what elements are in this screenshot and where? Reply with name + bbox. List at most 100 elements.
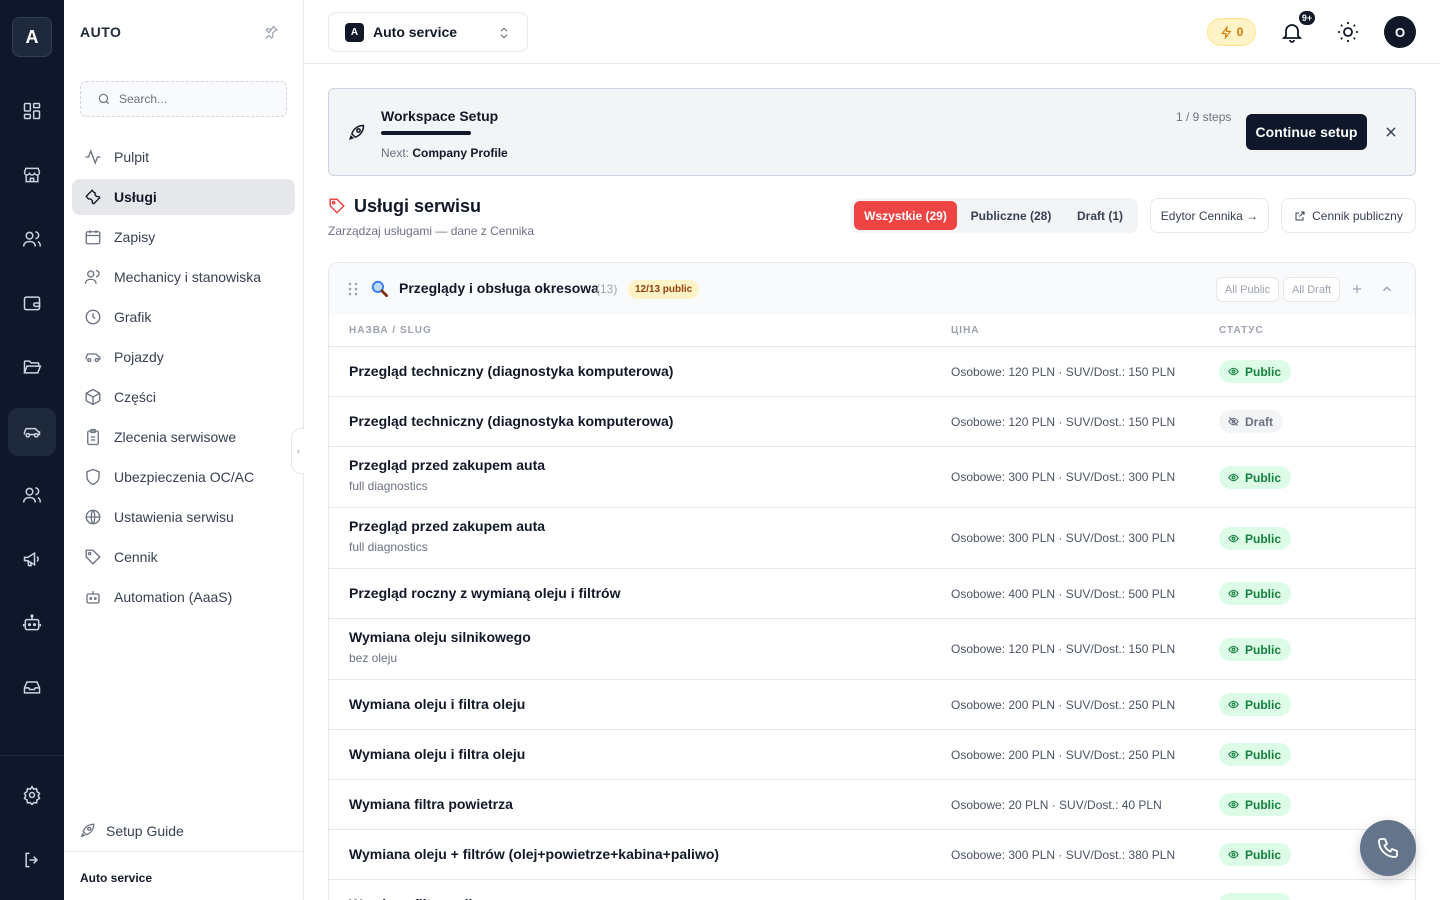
bot-icon xyxy=(22,614,42,631)
table-row[interactable]: Przegląd roczny z wymianą oleju i filtró… xyxy=(329,569,1415,619)
sidebar: AUTO Search... Pulpit Usługi Zapisy Mech… xyxy=(64,0,304,900)
rail-folder-button[interactable] xyxy=(8,343,56,391)
workspace-selector[interactable]: A Auto service xyxy=(328,12,528,52)
globe-icon xyxy=(85,509,101,525)
rail-dashboard-button[interactable] xyxy=(8,87,56,135)
sidebar-item-zapisy[interactable]: Zapisy xyxy=(72,219,295,255)
service-price: Osobowe: 200 PLN · SUV/Dost.: 250 PLN xyxy=(951,748,1176,762)
icon-rail: A xyxy=(0,0,64,900)
next-value: Company Profile xyxy=(412,146,508,160)
status-badge[interactable]: Public xyxy=(1219,582,1292,605)
sidebar-item-uslugi[interactable]: Usługi xyxy=(72,179,295,215)
pin-icon[interactable] xyxy=(263,24,279,40)
sidebar-item-pulpit[interactable]: Pulpit xyxy=(72,139,295,175)
app-logo[interactable]: A xyxy=(12,17,52,57)
status-label: Public xyxy=(1245,364,1282,379)
rail-wallet-button[interactable] xyxy=(8,279,56,327)
sidebar-item-cennik[interactable]: Cennik xyxy=(72,539,295,575)
car-icon xyxy=(85,353,101,363)
sidebar-item-automation[interactable]: Automation (AaaS) xyxy=(72,579,295,615)
table-row[interactable]: Wymiana filtra powietrza Osobowe: 20 PLN … xyxy=(329,780,1415,830)
table-row[interactable]: Przegląd techniczny (diagnostyka kompute… xyxy=(329,347,1415,397)
rail-logout-button[interactable] xyxy=(8,836,56,884)
category-count: (13) xyxy=(596,282,618,296)
clock-icon xyxy=(85,309,101,325)
plus-icon[interactable] xyxy=(1350,282,1364,296)
drag-handle-icon[interactable] xyxy=(347,282,359,296)
call-button[interactable] xyxy=(1360,820,1416,876)
status-label: Public xyxy=(1245,531,1282,546)
table-row[interactable]: Wymiana oleju + filtrów (olej+powietrze+… xyxy=(329,830,1415,880)
sidebar-item-label: Usługi xyxy=(114,189,157,205)
banner-next-step: Next: Company Profile xyxy=(381,146,508,160)
sidebar-item-grafik[interactable]: Grafik xyxy=(72,299,295,335)
status-badge[interactable]: Public xyxy=(1219,693,1292,716)
sidebar-item-czesci[interactable]: Części xyxy=(72,379,295,415)
sidebar-item-mechanicy[interactable]: Mechanicy i stanowiska xyxy=(72,259,295,295)
rail-settings-button[interactable] xyxy=(8,771,56,819)
rail-store-button[interactable] xyxy=(8,151,56,199)
sidebar-item-ubezpieczenia[interactable]: Ubezpieczenia OC/AC xyxy=(72,459,295,495)
sidebar-item-label: Części xyxy=(114,389,157,405)
car-icon xyxy=(23,427,41,438)
sun-icon[interactable] xyxy=(1336,20,1360,44)
status-badge[interactable]: Public xyxy=(1219,638,1292,661)
sidebar-item-ustawienia[interactable]: Ustawienia serwisu xyxy=(72,499,295,535)
sidebar-collapse-handle[interactable]: ‹ xyxy=(291,428,305,474)
status-badge[interactable]: Public xyxy=(1219,360,1292,383)
service-price: Osobowe: 300 PLN · SUV/Dost.: 300 PLN xyxy=(951,470,1176,484)
store-icon xyxy=(23,167,41,183)
status-badge[interactable]: Public xyxy=(1219,743,1292,766)
status-badge[interactable]: Draft xyxy=(1219,410,1284,433)
setup-guide-link[interactable]: Setup Guide xyxy=(78,822,184,840)
credits-badge[interactable]: 0 xyxy=(1207,18,1256,46)
status-badge[interactable]: Public xyxy=(1219,527,1292,550)
sidebar-item-pojazdy[interactable]: Pojazdy xyxy=(72,339,295,375)
rail-marketing-button[interactable] xyxy=(8,535,56,583)
sidebar-item-label: Ubezpieczenia OC/AC xyxy=(114,469,255,485)
rail-bot-button[interactable] xyxy=(8,599,56,647)
service-name: Przegląd przed zakupem auta xyxy=(349,457,546,473)
rail-customers-button[interactable] xyxy=(8,471,56,519)
pricelist-editor-button[interactable]: Edytor Cennika → xyxy=(1150,198,1269,233)
continue-setup-button[interactable]: Continue setup xyxy=(1246,114,1367,150)
table-row[interactable]: Przegląd przed zakupem auta full diagnost… xyxy=(329,447,1415,508)
status-badge[interactable]: Public xyxy=(1219,466,1292,489)
table-row[interactable]: Wymiana oleju i filtra oleju Osobowe: 200… xyxy=(329,680,1415,730)
table-row[interactable]: Wymiana oleju silnikowego bez oleju Osobow… xyxy=(329,619,1415,680)
rail-inbox-button[interactable] xyxy=(8,663,56,711)
rail-users-button[interactable] xyxy=(8,215,56,263)
table-row[interactable]: Wymiana oleju i filtra oleju Osobowe: 200… xyxy=(329,730,1415,780)
public-pricelist-label: Cennik publiczny xyxy=(1312,208,1403,223)
rail-car-button[interactable] xyxy=(8,408,56,456)
rail-divider xyxy=(0,755,64,756)
service-price: Osobowe: 20 PLN · SUV/Dost.: 40 PLN xyxy=(951,798,1162,812)
eye-icon xyxy=(1228,850,1239,859)
filter-public-tab[interactable]: Publiczne (28) xyxy=(961,201,1061,230)
close-icon[interactable] xyxy=(1384,125,1398,139)
table-row[interactable]: Przegląd przed zakupem auta full diagnost… xyxy=(329,508,1415,569)
notifications-badge: 9+ xyxy=(1298,10,1316,26)
status-badge[interactable]: Public xyxy=(1219,793,1292,816)
all-draft-button[interactable]: All Draft xyxy=(1283,277,1340,302)
status-label: Draft xyxy=(1245,414,1274,429)
service-name: Wymiana filtra paliwa xyxy=(349,896,491,900)
table-row[interactable]: Wymiana filtra paliwaOsobowe: 30 PLN · S… xyxy=(329,880,1415,900)
all-public-button[interactable]: All Public xyxy=(1216,277,1279,302)
user-avatar[interactable]: O xyxy=(1384,16,1416,48)
status-badge[interactable]: Public xyxy=(1219,843,1292,866)
public-pricelist-button[interactable]: Cennik publiczny xyxy=(1281,198,1416,233)
sidebar-item-label: Grafik xyxy=(114,309,152,325)
sidebar-item-zlecenia[interactable]: Zlecenia serwisowe xyxy=(72,419,295,455)
eye-icon xyxy=(1228,645,1239,654)
filter-all-tab[interactable]: Wszystkie (29) xyxy=(854,201,957,230)
service-name: Wymiana oleju + filtrów (olej+powietrze+… xyxy=(349,846,720,862)
status-badge[interactable]: Public xyxy=(1219,893,1292,900)
sidebar-search-input[interactable]: Search... xyxy=(80,81,287,117)
table-row[interactable]: Przegląd techniczny (diagnostyka kompute… xyxy=(329,397,1415,447)
filter-draft-tab[interactable]: Draft (1) xyxy=(1065,201,1135,230)
clipboard-icon xyxy=(87,428,99,446)
chevron-up-icon[interactable] xyxy=(1380,282,1394,296)
sidebar-item-label: Automation (AaaS) xyxy=(114,589,233,605)
sidebar-item-label: Mechanicy i stanowiska xyxy=(114,269,262,285)
